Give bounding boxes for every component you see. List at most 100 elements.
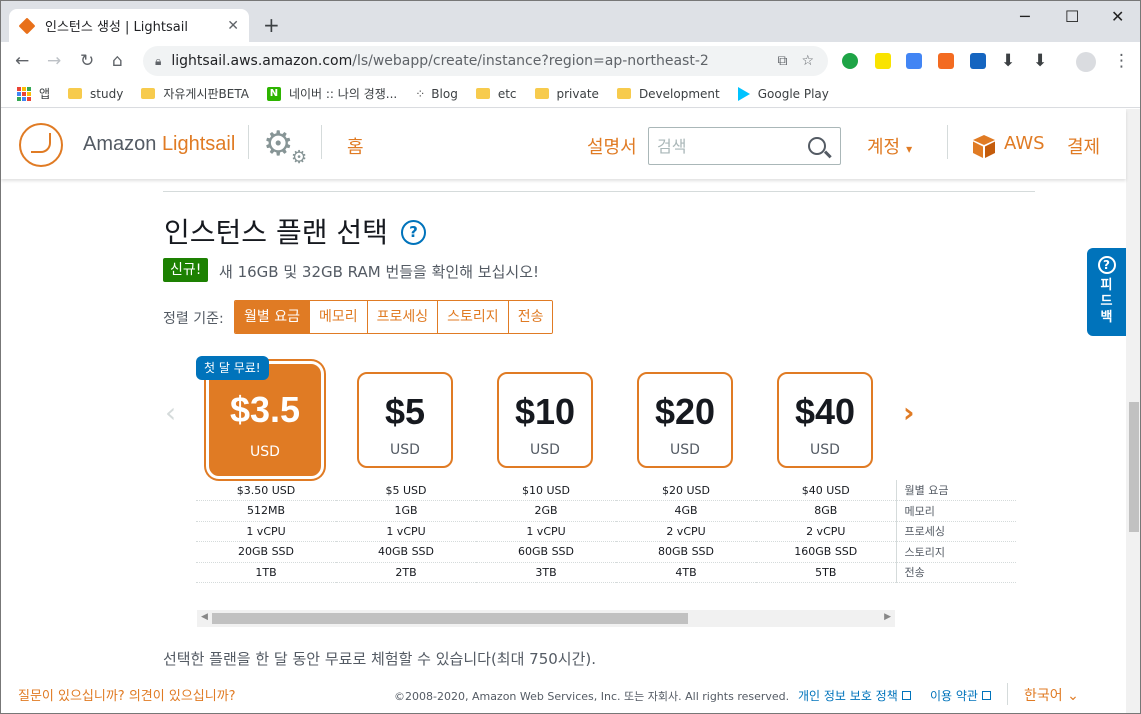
plan-card-20[interactable]: $20 USD: [637, 372, 733, 468]
scrollbar-thumb[interactable]: [212, 613, 688, 624]
search-input[interactable]: [657, 136, 808, 156]
sort-monthly-price-button[interactable]: 월별 요금: [235, 301, 310, 333]
plan-price: $10: [514, 391, 576, 432]
privacy-policy-link[interactable]: 개인 정보 보호 정책: [798, 687, 911, 704]
plan-currency: USD: [530, 442, 560, 458]
sort-processing-button[interactable]: 프로세싱: [367, 301, 439, 333]
sort-memory-button[interactable]: 메모리: [309, 301, 368, 333]
extension-picker-icon[interactable]: [875, 53, 891, 69]
bookmark-development[interactable]: Development: [616, 87, 720, 101]
lightsail-logo-icon[interactable]: [19, 123, 63, 167]
spec-cell: 1 vCPU: [336, 521, 476, 542]
vertical-scrollbar[interactable]: [1126, 109, 1140, 713]
maximize-icon[interactable]: ☐: [1065, 7, 1079, 26]
header-divider: [321, 125, 322, 159]
carousel-next-icon[interactable]: ›: [903, 399, 915, 427]
plan-spec-table: $3.50 USD $5 USD $10 USD $20 USD $40 USD…: [196, 480, 1016, 583]
browser-toolbar: ← → ↻ ⌂ 🔒︎ lightsail.aws.amazon.com/ls/w…: [1, 42, 1140, 80]
bookmark-study[interactable]: study: [68, 87, 123, 101]
plan-card-3-5[interactable]: $3.5 USD: [209, 364, 321, 476]
spec-cell: 40GB SSD: [336, 541, 476, 563]
page-title: 인스턴스 플랜 선택: [164, 216, 388, 249]
bookmark-label: 네이버 :: 나의 경쟁...: [288, 87, 398, 101]
bookmark-board[interactable]: 자유게시판BETA: [141, 85, 249, 102]
search-box[interactable]: [648, 127, 841, 165]
bookmark-label: Blog: [431, 86, 458, 101]
close-window-icon[interactable]: ✕: [1111, 7, 1124, 26]
settings-gear-icon[interactable]: ⚙: [263, 127, 293, 161]
plan-card-5[interactable]: $5 USD: [357, 372, 453, 468]
address-bar[interactable]: 🔒︎ lightsail.aws.amazon.com/ls/webapp/cr…: [143, 46, 828, 76]
bookmark-label: private: [556, 86, 599, 101]
settings-gear-small-icon: ⚙: [291, 147, 308, 168]
plan-currency: USD: [810, 442, 840, 458]
bookmark-apps[interactable]: 앱: [17, 85, 50, 102]
first-month-free-badge: 첫 달 무료!: [196, 356, 269, 380]
horizontal-scrollbar[interactable]: ◀ ▶: [197, 610, 895, 627]
nav-account[interactable]: 계정 ▾: [867, 133, 912, 159]
spec-row-label: 월별 요금: [895, 480, 1016, 501]
carousel-prev-icon[interactable]: ‹: [165, 399, 176, 427]
forward-icon[interactable]: →: [47, 51, 61, 71]
extension-translate-icon[interactable]: [906, 53, 922, 69]
plan-card-40[interactable]: $40 USD: [777, 372, 873, 468]
scrollbar-thumb[interactable]: [1129, 402, 1139, 532]
profile-avatar-icon[interactable]: [1076, 52, 1096, 72]
bookmark-etc[interactable]: etc: [475, 87, 517, 101]
bookmark-label: 자유게시판BETA: [163, 87, 249, 101]
home-icon[interactable]: ⌂: [112, 51, 123, 71]
lock-icon[interactable]: 🔒︎: [155, 54, 161, 69]
scroll-right-icon[interactable]: ▶: [884, 612, 891, 622]
url-text[interactable]: lightsail.aws.amazon.com/ls/webapp/creat…: [171, 53, 777, 69]
section-divider: [163, 191, 1035, 192]
spec-row-label: 프로세싱: [895, 521, 1016, 542]
close-tab-icon[interactable]: ✕: [227, 18, 239, 34]
spec-cell: $3.50 USD: [196, 480, 336, 501]
plan-card-10[interactable]: $10 USD: [497, 372, 593, 468]
extension-rx-icon[interactable]: [938, 53, 954, 69]
menu-kebab-icon[interactable]: ⋮: [1113, 51, 1130, 71]
spec-cell: 1 vCPU: [196, 521, 336, 542]
extension-player-icon[interactable]: [970, 53, 986, 69]
bookmark-google-play[interactable]: Google Play: [737, 86, 829, 101]
search-icon[interactable]: [808, 137, 826, 155]
download-alt-icon[interactable]: ⬇: [1033, 51, 1047, 71]
spec-cell: 2GB: [476, 500, 616, 522]
feedback-link[interactable]: 질문이 있으십니까? 의견이 있으십니까?: [18, 685, 236, 704]
minimize-icon[interactable]: ─: [1020, 7, 1030, 26]
nav-home[interactable]: 홈: [347, 133, 364, 159]
bookmark-private[interactable]: private: [534, 86, 599, 101]
new-tab-icon[interactable]: +: [263, 15, 280, 35]
scroll-left-icon[interactable]: ◀: [201, 612, 208, 622]
main-content: 인스턴스 플랜 선택 ? 신규! 새 16GB 및 32GB RAM 번들을 확…: [1, 179, 1126, 713]
reload-icon[interactable]: ↻: [80, 51, 94, 71]
browser-tab[interactable]: 인스턴스 생성 | Lightsail ✕: [9, 9, 249, 42]
terms-link[interactable]: 이용 약관: [930, 687, 991, 704]
folder-icon: [68, 88, 83, 99]
spec-row-label: 스토리지: [895, 541, 1016, 563]
help-icon[interactable]: ?: [401, 220, 426, 245]
lightsail-logo-text[interactable]: Amazon Lightsail: [83, 133, 235, 156]
nav-docs[interactable]: 설명서: [587, 133, 637, 159]
spec-cell: 4TB: [616, 562, 756, 583]
footer-divider: [1007, 683, 1008, 705]
bookmark-naver[interactable]: N 네이버 :: 나의 경쟁...: [266, 85, 398, 102]
external-link-icon: [901, 691, 911, 700]
language-selector[interactable]: 한국어 ⌄: [1024, 685, 1079, 705]
back-icon[interactable]: ←: [15, 51, 29, 71]
bookmark-star-icon[interactable]: ☆: [801, 53, 814, 69]
nav-aws[interactable]: AWS: [1004, 133, 1045, 154]
bookmark-blog[interactable]: ⁘ Blog: [415, 87, 458, 101]
folder-icon: [616, 88, 631, 99]
spec-cell: 512MB: [196, 500, 336, 522]
feedback-tab[interactable]: ? 피드백: [1087, 248, 1126, 336]
account-label: 계정: [867, 137, 901, 158]
new-bundles-text: 새 16GB 및 32GB RAM 번들을 확인해 보십시오!: [219, 263, 540, 281]
extension-green-icon[interactable]: [842, 53, 858, 69]
tab-title: 인스턴스 생성 | Lightsail: [45, 20, 188, 35]
sort-transfer-button[interactable]: 전송: [508, 301, 553, 333]
nav-billing[interactable]: 결제: [1067, 133, 1100, 159]
sort-storage-button[interactable]: 스토리지: [438, 301, 509, 333]
translate-icon[interactable]: ⧉: [777, 53, 787, 69]
download-icon[interactable]: ⬇: [1001, 51, 1015, 71]
